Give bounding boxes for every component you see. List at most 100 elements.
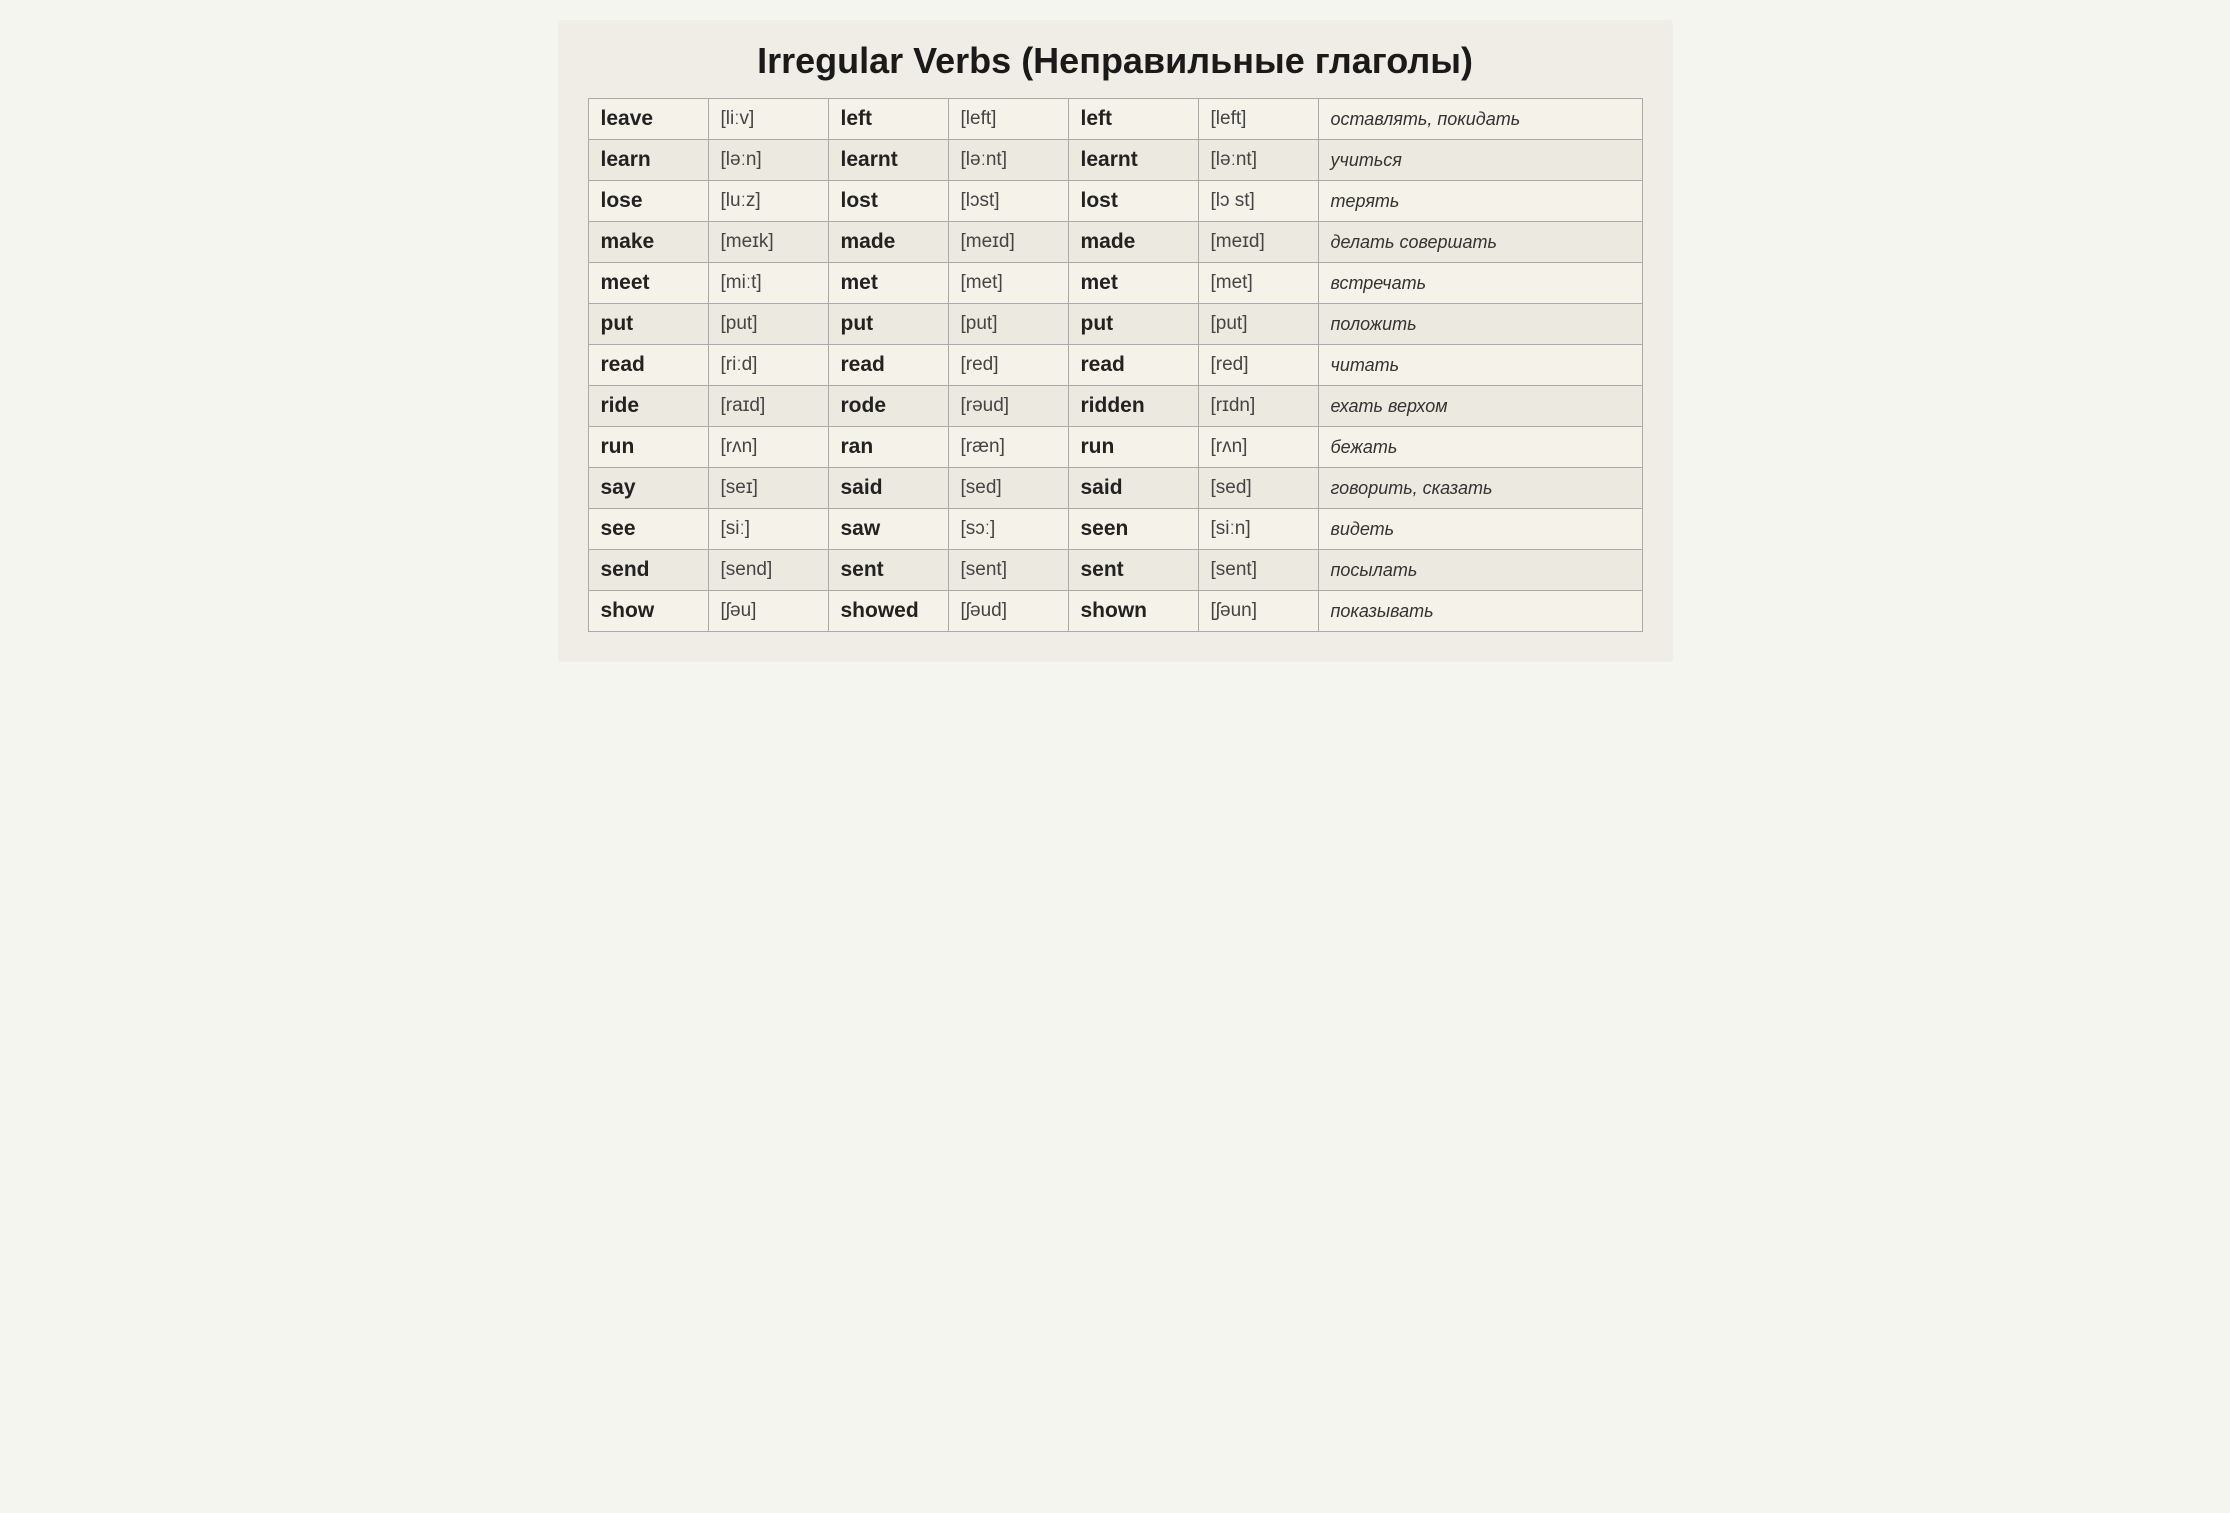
past-simple: said: [828, 468, 948, 509]
base-transcription: [siː]: [708, 509, 828, 550]
past-simple: ran: [828, 427, 948, 468]
past-participle: sent: [1068, 550, 1198, 591]
table-row: send[send]sent[sent]sent[sent]посылать: [588, 550, 1642, 591]
pp-transcription: [rʌn]: [1198, 427, 1318, 468]
past-transcription: [ræn]: [948, 427, 1068, 468]
base-transcription: [miːt]: [708, 263, 828, 304]
base-form: ride: [588, 386, 708, 427]
table-row: lose[luːz]lost[lɔst]lost[lɔ st]терять: [588, 181, 1642, 222]
translation: оставлять, покидать: [1318, 99, 1642, 140]
past-simple: left: [828, 99, 948, 140]
past-participle: left: [1068, 99, 1198, 140]
past-participle: run: [1068, 427, 1198, 468]
base-transcription: [send]: [708, 550, 828, 591]
past-transcription: [ləːnt]: [948, 140, 1068, 181]
translation: ехать верхом: [1318, 386, 1642, 427]
translation: показывать: [1318, 591, 1642, 632]
base-transcription: [ləːn]: [708, 140, 828, 181]
past-simple: showed: [828, 591, 948, 632]
base-transcription: [rʌn]: [708, 427, 828, 468]
table-row: read[riːd]read[red]read[red]читать: [588, 345, 1642, 386]
past-participle: read: [1068, 345, 1198, 386]
translation: читать: [1318, 345, 1642, 386]
base-form: learn: [588, 140, 708, 181]
past-participle: made: [1068, 222, 1198, 263]
table-row: ride[raɪd]rode[rəud]ridden[rɪdn]ехать ве…: [588, 386, 1642, 427]
past-simple: learnt: [828, 140, 948, 181]
translation: делать совершать: [1318, 222, 1642, 263]
table-row: see[siː]saw[sɔː]seen[siːn]видеть: [588, 509, 1642, 550]
past-participle: learnt: [1068, 140, 1198, 181]
pp-transcription: [ləːnt]: [1198, 140, 1318, 181]
pp-transcription: [ʃəun]: [1198, 591, 1318, 632]
pp-transcription: [met]: [1198, 263, 1318, 304]
past-transcription: [meɪd]: [948, 222, 1068, 263]
base-transcription: [raɪd]: [708, 386, 828, 427]
past-transcription: [met]: [948, 263, 1068, 304]
base-transcription: [meɪk]: [708, 222, 828, 263]
past-participle: said: [1068, 468, 1198, 509]
past-participle: ridden: [1068, 386, 1198, 427]
translation: положить: [1318, 304, 1642, 345]
base-transcription: [liːv]: [708, 99, 828, 140]
pp-transcription: [rɪdn]: [1198, 386, 1318, 427]
translation: терять: [1318, 181, 1642, 222]
table-row: say[seɪ]said[sed]said[sed]говорить, сказ…: [588, 468, 1642, 509]
base-form: make: [588, 222, 708, 263]
past-participle: put: [1068, 304, 1198, 345]
base-form: see: [588, 509, 708, 550]
past-simple: sent: [828, 550, 948, 591]
pp-transcription: [meɪd]: [1198, 222, 1318, 263]
past-simple: lost: [828, 181, 948, 222]
base-transcription: [ʃəu]: [708, 591, 828, 632]
table-row: learn[ləːn]learnt[ləːnt]learnt[ləːnt]учи…: [588, 140, 1642, 181]
translation: посылать: [1318, 550, 1642, 591]
past-participle: met: [1068, 263, 1198, 304]
table-row: put[put]put[put]put[put]положить: [588, 304, 1642, 345]
past-participle: lost: [1068, 181, 1198, 222]
base-form: show: [588, 591, 708, 632]
table-row: run[rʌn]ran[ræn]run[rʌn]бежать: [588, 427, 1642, 468]
base-transcription: [luːz]: [708, 181, 828, 222]
table-row: show[ʃəu]showed[ʃəud]shown[ʃəun]показыва…: [588, 591, 1642, 632]
past-simple: saw: [828, 509, 948, 550]
translation: говорить, сказать: [1318, 468, 1642, 509]
past-simple: made: [828, 222, 948, 263]
pp-transcription: [siːn]: [1198, 509, 1318, 550]
base-form: read: [588, 345, 708, 386]
table-row: make[meɪk]made[meɪd]made[meɪd]делать сов…: [588, 222, 1642, 263]
past-transcription: [sed]: [948, 468, 1068, 509]
translation: бежать: [1318, 427, 1642, 468]
past-simple: met: [828, 263, 948, 304]
base-transcription: [riːd]: [708, 345, 828, 386]
base-form: put: [588, 304, 708, 345]
verbs-table: leave[liːv]left[left]left[left]оставлять…: [588, 98, 1643, 632]
pp-transcription: [lɔ st]: [1198, 181, 1318, 222]
past-transcription: [left]: [948, 99, 1068, 140]
past-transcription: [rəud]: [948, 386, 1068, 427]
translation: видеть: [1318, 509, 1642, 550]
past-participle: shown: [1068, 591, 1198, 632]
past-transcription: [ʃəud]: [948, 591, 1068, 632]
base-form: lose: [588, 181, 708, 222]
base-transcription: [seɪ]: [708, 468, 828, 509]
base-transcription: [put]: [708, 304, 828, 345]
page-title: Irregular Verbs (Неправильные глаголы): [588, 40, 1643, 82]
pp-transcription: [red]: [1198, 345, 1318, 386]
pp-transcription: [sent]: [1198, 550, 1318, 591]
past-participle: seen: [1068, 509, 1198, 550]
translation: встречать: [1318, 263, 1642, 304]
past-transcription: [sɔː]: [948, 509, 1068, 550]
translation: учиться: [1318, 140, 1642, 181]
table-row: leave[liːv]left[left]left[left]оставлять…: [588, 99, 1642, 140]
past-transcription: [sent]: [948, 550, 1068, 591]
pp-transcription: [put]: [1198, 304, 1318, 345]
past-transcription: [lɔst]: [948, 181, 1068, 222]
base-form: leave: [588, 99, 708, 140]
base-form: send: [588, 550, 708, 591]
table-row: meet[miːt]met[met]met[met]встречать: [588, 263, 1642, 304]
past-simple: put: [828, 304, 948, 345]
base-form: run: [588, 427, 708, 468]
past-simple: rode: [828, 386, 948, 427]
base-form: meet: [588, 263, 708, 304]
